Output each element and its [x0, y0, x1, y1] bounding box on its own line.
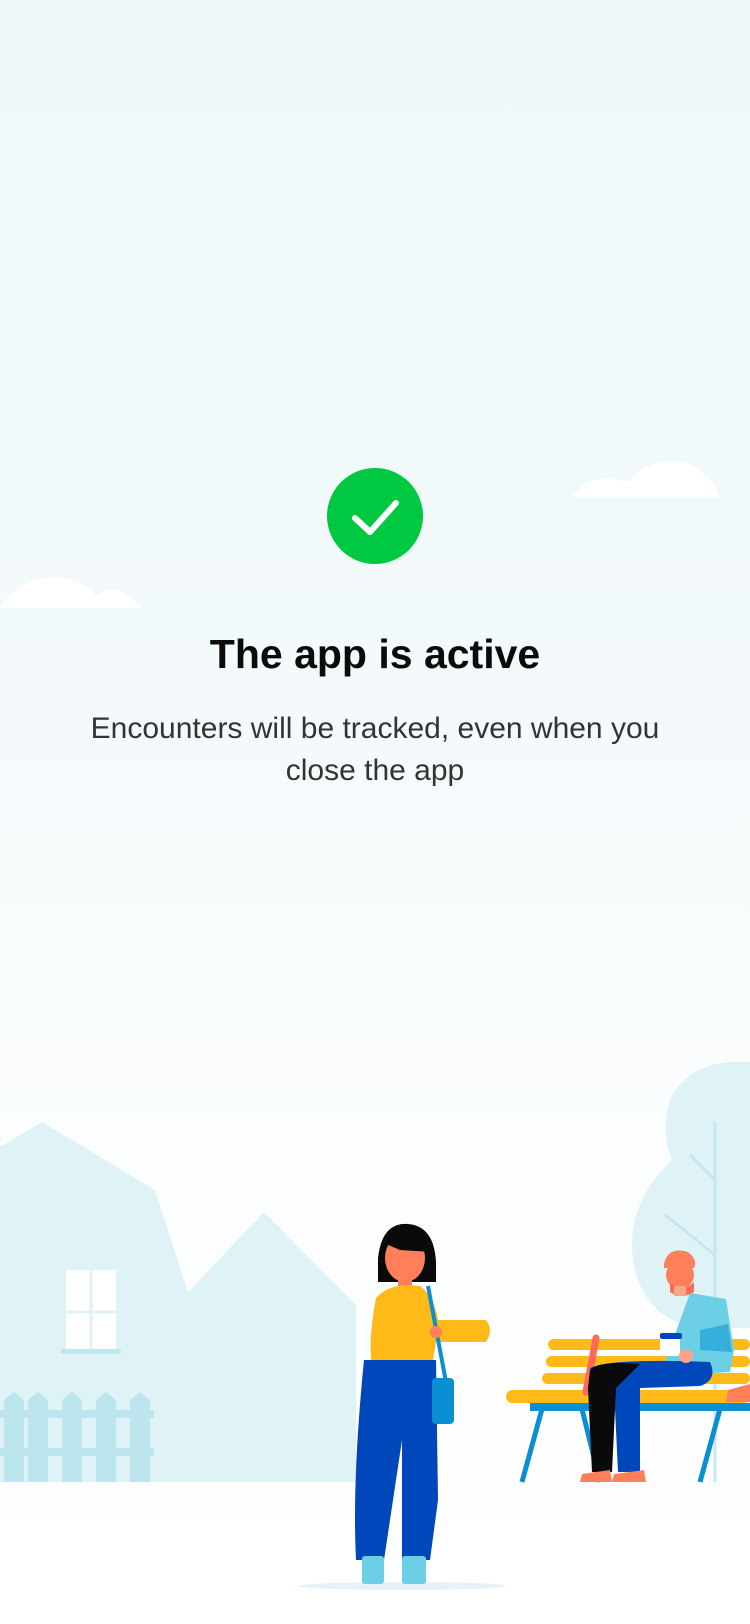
background-illustration	[0, 461, 750, 1590]
house-window	[61, 1270, 121, 1354]
cloud-left	[0, 577, 140, 608]
bench	[506, 1334, 750, 1483]
fence	[0, 1392, 154, 1482]
app-screen: The app is active Encounters will be tra…	[0, 0, 750, 1624]
ground-shadow	[298, 1582, 506, 1590]
success-status-icon	[327, 468, 423, 564]
tree	[631, 1061, 750, 1482]
cloud-right	[572, 461, 720, 497]
checkmark-icon	[352, 500, 399, 535]
seated-man	[580, 1250, 750, 1482]
status-description: Encounters will be tracked, even when yo…	[90, 712, 660, 787]
house-silhouette	[0, 1122, 356, 1482]
status-title: The app is active	[209, 631, 541, 677]
standing-woman	[355, 1223, 490, 1584]
